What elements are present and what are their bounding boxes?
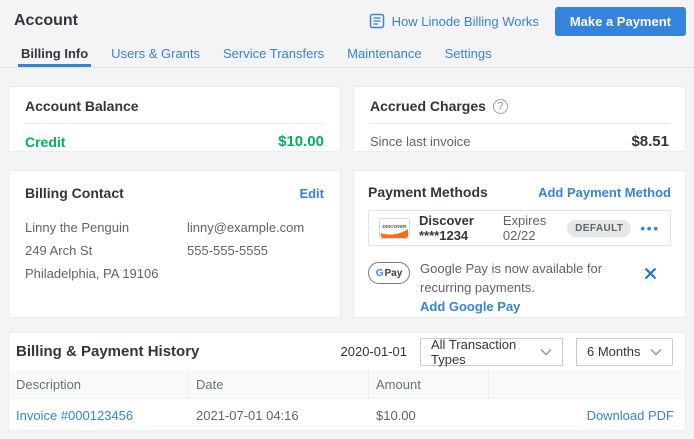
invoice-link[interactable]: Invoice #000123456 <box>9 408 189 423</box>
transaction-range-select[interactable]: 6 Months <box>576 338 673 366</box>
divider <box>370 123 669 124</box>
billing-docs-link-label: How Linode Billing Works <box>392 14 539 29</box>
contact-phone: 555-555-5555 <box>187 239 304 262</box>
invoice-date: 2021-07-01 04:16 <box>189 408 369 423</box>
google-pay-notice-text: Google Pay is now available for recurrin… <box>420 259 634 297</box>
payment-method-menu-button[interactable]: ••• <box>640 221 660 236</box>
accrued-charges-row: Since last invoice $8.51 <box>370 133 669 150</box>
tab-service-transfers[interactable]: Service Transfers <box>220 42 327 67</box>
contact-address-line2: Philadelphia, PA 19106 <box>25 262 187 285</box>
account-balance-title: Account Balance <box>25 98 324 114</box>
svg-text:DISCOVER: DISCOVER <box>383 224 408 229</box>
top-bar-actions: How Linode Billing Works Make a Payment <box>369 7 686 36</box>
balance-amount: $10.00 <box>278 133 324 150</box>
divider <box>25 123 324 124</box>
account-balance-row: Credit $10.00 <box>25 133 324 150</box>
column-header-description[interactable]: Description <box>9 370 189 398</box>
google-pay-notice-row: G Pay Google Pay is now available for re… <box>368 259 671 316</box>
contact-name: Linny the Penguin <box>25 216 187 239</box>
payment-method-label: Discover ****1234 <box>419 213 494 243</box>
payment-methods-header: Payment Methods Add Payment Method <box>368 184 671 200</box>
transaction-type-value: All Transaction Types <box>431 337 532 367</box>
billing-history-header: Billing & Payment History 2020-01-01 All… <box>9 333 685 370</box>
transaction-type-select[interactable]: All Transaction Types <box>420 338 563 366</box>
document-icon <box>369 13 385 29</box>
history-table-header: Description Date Amount <box>9 370 685 398</box>
download-pdf-link[interactable]: Download PDF <box>587 408 674 423</box>
chevron-down-icon <box>650 348 662 356</box>
account-balance-card: Account Balance Credit $10.00 <box>8 86 341 152</box>
column-header-date[interactable]: Date <box>189 370 369 398</box>
add-payment-method-button[interactable]: Add Payment Method <box>538 185 671 200</box>
billing-contact-card: Billing Contact Edit Linny the Penguin 2… <box>8 170 341 318</box>
chevron-down-icon <box>540 348 552 356</box>
edit-contact-button[interactable]: Edit <box>299 186 324 201</box>
accrued-charges-card: Accrued Charges ? Since last invoice $8.… <box>353 86 686 152</box>
payment-methods-title: Payment Methods <box>368 184 488 200</box>
accrued-amount: $8.51 <box>631 133 669 150</box>
accrued-charges-title: Accrued Charges <box>370 98 486 114</box>
table-row: Invoice #000123456 2021-07-01 04:16 $10.… <box>9 398 685 431</box>
invoice-actions: Download PDF <box>489 408 685 423</box>
invoice-amount: $10.00 <box>369 408 489 423</box>
help-icon[interactable]: ? <box>493 99 508 114</box>
billing-contact-title: Billing Contact <box>25 185 124 201</box>
contact-address-line1: 249 Arch St <box>25 239 187 262</box>
discover-card-icon: DISCOVER <box>379 218 410 239</box>
tab-users-grants[interactable]: Users & Grants <box>108 42 203 67</box>
billing-contact-header: Billing Contact Edit <box>25 185 324 201</box>
payment-method-row: DISCOVER Discover ****1234 Expires 02/22… <box>368 210 671 246</box>
billing-contact-details: Linny the Penguin 249 Arch St Philadelph… <box>25 216 324 285</box>
payment-methods-card: Payment Methods Add Payment Method DISCO… <box>353 170 686 318</box>
accrued-label: Since last invoice <box>370 134 470 149</box>
transaction-range-value: 6 Months <box>587 344 640 359</box>
tab-billing-info[interactable]: Billing Info <box>18 42 91 67</box>
billing-history-filters: 2020-01-01 All Transaction Types 6 Month… <box>341 338 674 366</box>
billing-page: Account How Linode Billing Works Make a … <box>0 0 694 439</box>
tab-settings[interactable]: Settings <box>442 42 495 67</box>
google-pay-icon: G Pay <box>368 262 410 284</box>
tab-maintenance[interactable]: Maintenance <box>344 42 424 67</box>
default-badge: DEFAULT <box>567 220 631 237</box>
page-title: Account <box>14 12 78 30</box>
google-pay-notice: Google Pay is now available for recurrin… <box>420 259 634 316</box>
accrued-charges-header: Accrued Charges ? <box>370 98 669 114</box>
balance-label: Credit <box>25 134 65 150</box>
contact-email: linny@example.com <box>187 216 304 239</box>
column-header-amount[interactable]: Amount <box>369 370 489 398</box>
make-a-payment-button[interactable]: Make a Payment <box>555 7 686 36</box>
billing-history-title: Billing & Payment History <box>16 343 199 360</box>
transaction-date-field[interactable]: 2020-01-01 <box>341 344 408 359</box>
billing-history-card: Billing & Payment History 2020-01-01 All… <box>8 332 686 431</box>
contact-comms-column: linny@example.com 555-555-5555 <box>187 216 304 285</box>
top-bar: Account How Linode Billing Works Make a … <box>0 0 694 42</box>
close-icon[interactable] <box>644 267 657 280</box>
contact-address-column: Linny the Penguin 249 Arch St Philadelph… <box>25 216 187 285</box>
add-google-pay-link[interactable]: Add Google Pay <box>420 297 634 316</box>
payment-method-expiry: Expires 02/22 <box>503 213 558 243</box>
billing-docs-link[interactable]: How Linode Billing Works <box>369 13 539 29</box>
account-tabs: Billing Info Users & Grants Service Tran… <box>0 42 694 68</box>
column-header-actions <box>489 370 685 398</box>
